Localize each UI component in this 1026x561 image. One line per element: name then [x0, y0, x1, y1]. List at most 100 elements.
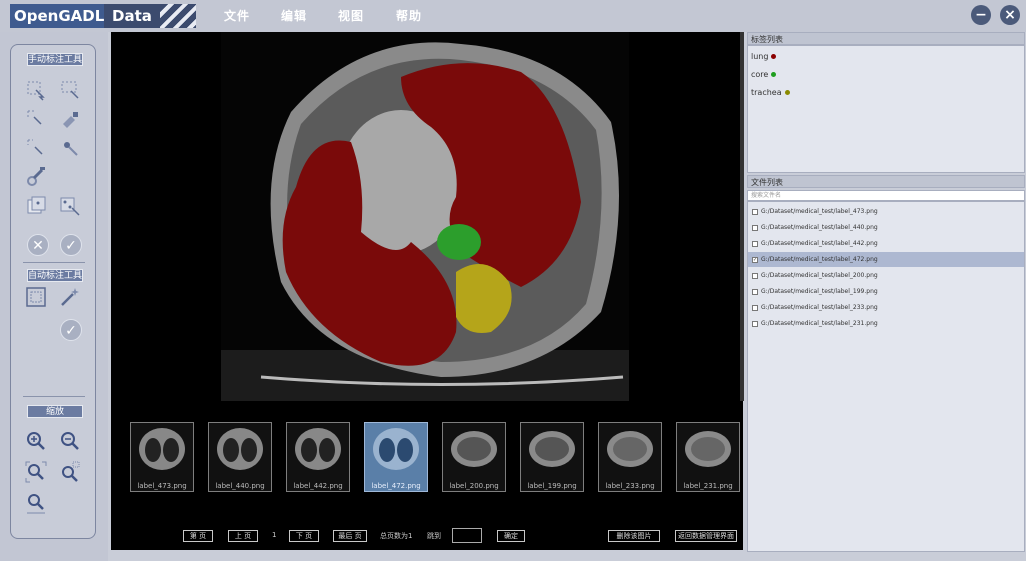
- minimize-button[interactable]: −: [971, 5, 991, 25]
- file-checkbox[interactable]: [752, 208, 758, 215]
- thumbnail[interactable]: label_233.png: [598, 422, 662, 492]
- first-page-button[interactable]: 第 页: [183, 530, 213, 542]
- file-checkbox-checked[interactable]: ✓: [752, 256, 758, 263]
- file-path: G:/Dataset/medical_test/label_199.png: [761, 288, 878, 295]
- brush-select-icon[interactable]: [59, 108, 81, 130]
- menu-edit[interactable]: 编辑: [281, 7, 307, 24]
- auto-tools-title: 自动标注工具: [27, 269, 83, 282]
- thumbnail-strip: label_473.png label_440.png label_442.pn…: [111, 401, 743, 550]
- rect-select-icon[interactable]: [59, 79, 81, 101]
- current-page: 1: [272, 531, 277, 539]
- image-viewer[interactable]: [111, 32, 743, 401]
- zoom-fit-icon[interactable]: [25, 461, 47, 483]
- app-logo: OpenGADL Data: [10, 4, 196, 28]
- label-item-core[interactable]: core: [751, 70, 777, 79]
- delete-image-button[interactable]: 删除该图片: [608, 530, 660, 542]
- title-bar: OpenGADL Data 文件 编辑 视图 帮助 − ×: [0, 0, 1026, 32]
- thumbnail-selected[interactable]: label_472.png: [364, 422, 428, 492]
- file-checkbox[interactable]: [752, 288, 758, 295]
- file-search-input[interactable]: 搜索文件名: [747, 190, 1025, 201]
- toolbox: 手动标注工具 ✕ ✓ 自动标注工具 ✓ 缩放: [10, 44, 96, 539]
- lasso-select-icon[interactable]: [25, 137, 47, 159]
- cancel-manual-button[interactable]: ✕: [27, 234, 49, 256]
- menu-view[interactable]: 视图: [338, 7, 364, 24]
- divider: [23, 262, 85, 263]
- eraser-icon[interactable]: [25, 165, 47, 187]
- zoom-reset-icon[interactable]: [25, 492, 47, 514]
- thumbnail-label: label_442.png: [293, 482, 343, 490]
- magic-wand-icon[interactable]: [59, 286, 81, 308]
- point-select-icon[interactable]: [25, 108, 47, 130]
- menu-help[interactable]: 帮助: [396, 7, 422, 24]
- thumbnail[interactable]: label_440.png: [208, 422, 272, 492]
- goto-page-input[interactable]: [452, 528, 482, 543]
- goto-confirm-button[interactable]: 确定: [497, 530, 525, 542]
- manual-tools-title: 手动标注工具: [27, 53, 83, 66]
- auto-region-icon[interactable]: [25, 286, 47, 308]
- viewer-scrollbar[interactable]: [740, 32, 744, 401]
- file-row[interactable]: G:/Dataset/medical_test/label_200.png: [748, 268, 1024, 283]
- file-checkbox[interactable]: [752, 320, 758, 327]
- file-path: G:/Dataset/medical_test/label_440.png: [761, 224, 878, 231]
- thumbnail[interactable]: label_200.png: [442, 422, 506, 492]
- confirm-manual-button[interactable]: ✓: [60, 234, 82, 256]
- thumbnail-label: label_199.png: [527, 482, 577, 490]
- file-list-title: 文件列表: [747, 175, 1025, 188]
- thumbnail-label: label_233.png: [605, 482, 655, 490]
- core-mask: [437, 224, 481, 260]
- label-name: trachea: [751, 88, 782, 97]
- dice-icon[interactable]: [25, 195, 47, 217]
- last-page-button[interactable]: 最后 页: [333, 530, 367, 542]
- app-brand-suffix: Data: [104, 4, 164, 28]
- thumbnail[interactable]: label_231.png: [676, 422, 740, 492]
- thumbnail-label: label_200.png: [449, 482, 499, 490]
- grid-dice-icon[interactable]: [59, 195, 81, 217]
- file-row[interactable]: G:/Dataset/medical_test/label_473.png: [748, 204, 1024, 219]
- polygon-select-icon[interactable]: [25, 79, 47, 101]
- file-checkbox[interactable]: [752, 272, 758, 279]
- prev-page-button[interactable]: 上 页: [228, 530, 258, 542]
- zoom-tools-title: 缩放: [27, 405, 83, 418]
- file-row[interactable]: G:/Dataset/medical_test/label_231.png: [748, 316, 1024, 331]
- label-item-lung[interactable]: lung: [751, 52, 777, 61]
- toolbox-frame: 手动标注工具 ✕ ✓ 自动标注工具 ✓ 缩放: [0, 32, 108, 561]
- file-path: G:/Dataset/medical_test/label_472.png: [761, 256, 878, 263]
- close-button[interactable]: ×: [1000, 5, 1020, 25]
- ct-slice-canvas: [221, 32, 629, 401]
- file-path: G:/Dataset/medical_test/label_442.png: [761, 240, 878, 247]
- label-name: core: [751, 70, 769, 79]
- back-to-data-manager-button[interactable]: 返回数据管理界面: [675, 530, 737, 542]
- file-checkbox[interactable]: [752, 240, 758, 247]
- label-list: lung core trachea: [747, 45, 1025, 173]
- logo-stripes: [160, 4, 196, 28]
- label-color-dot: [771, 54, 777, 59]
- label-color-dot: [771, 72, 777, 77]
- file-checkbox[interactable]: [752, 224, 758, 231]
- zoom-selection-icon[interactable]: [59, 461, 81, 483]
- app-brand: OpenGADL: [10, 4, 104, 28]
- goto-label: 跳到: [427, 532, 441, 540]
- file-row[interactable]: G:/Dataset/medical_test/label_440.png: [748, 220, 1024, 235]
- menu-file[interactable]: 文件: [224, 7, 250, 24]
- divider: [23, 396, 85, 397]
- label-item-trachea[interactable]: trachea: [751, 88, 790, 97]
- thumbnail[interactable]: label_199.png: [520, 422, 584, 492]
- confirm-auto-button[interactable]: ✓: [60, 319, 82, 341]
- file-row[interactable]: G:/Dataset/medical_test/label_442.png: [748, 236, 1024, 251]
- zoom-in-icon[interactable]: [25, 430, 47, 452]
- zoom-out-icon[interactable]: [59, 430, 81, 452]
- file-row-selected[interactable]: ✓ G:/Dataset/medical_test/label_472.png: [748, 252, 1024, 267]
- file-path: G:/Dataset/medical_test/label_200.png: [761, 272, 878, 279]
- file-path: G:/Dataset/medical_test/label_473.png: [761, 208, 878, 215]
- file-row[interactable]: G:/Dataset/medical_test/label_233.png: [748, 300, 1024, 315]
- next-page-button[interactable]: 下 页: [289, 530, 319, 542]
- thumbnail[interactable]: label_442.png: [286, 422, 350, 492]
- file-checkbox[interactable]: [752, 304, 758, 311]
- thumbnail[interactable]: label_473.png: [130, 422, 194, 492]
- total-pages: 总页数为1: [380, 532, 413, 540]
- file-row[interactable]: G:/Dataset/medical_test/label_199.png: [748, 284, 1024, 299]
- thumbnail-label: label_440.png: [215, 482, 265, 490]
- pen-tool-icon[interactable]: [59, 137, 81, 159]
- file-list: G:/Dataset/medical_test/label_473.png G:…: [747, 201, 1025, 552]
- file-path: G:/Dataset/medical_test/label_231.png: [761, 320, 878, 327]
